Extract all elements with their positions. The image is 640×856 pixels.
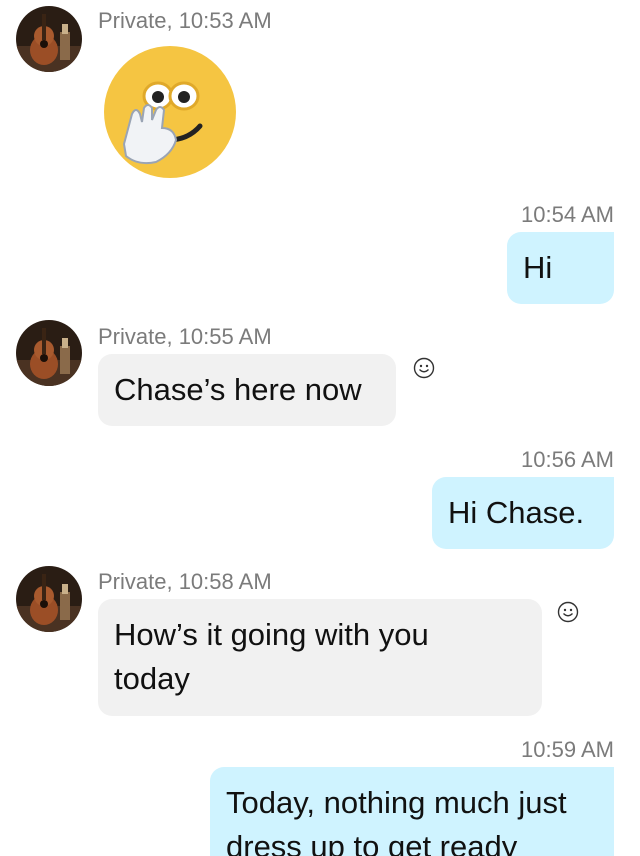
outgoing-message-bubble[interactable]: Hi — [507, 232, 614, 304]
hand-over-mouth-emoji-sticker-icon — [104, 46, 236, 178]
message-meta: 10:59 AM — [521, 737, 614, 762]
smiley-reaction-icon[interactable] — [413, 357, 435, 379]
message-text: Chase’s here now — [114, 372, 362, 407]
message-meta: 10:56 AM — [521, 447, 614, 472]
message-text-line: today — [114, 661, 190, 696]
sticker-message[interactable] — [102, 44, 238, 180]
message-text-line: How’s it going with you — [114, 617, 429, 652]
outgoing-message-bubble[interactable]: Hi Chase. — [432, 477, 614, 549]
smiley-reaction-icon[interactable] — [557, 601, 579, 623]
guitar-avatar-icon — [16, 566, 82, 632]
incoming-message-bubble[interactable]: How’s it going with you today — [98, 599, 542, 716]
message-meta: Private, 10:53 AM — [98, 8, 272, 33]
chat-thread: Private, 10:53 AM 10:54 AM Hi Private, 1… — [0, 0, 640, 856]
message-text: Hi — [523, 250, 553, 285]
message-meta: Private, 10:58 AM — [98, 569, 272, 594]
message-text-line: dress up to get ready — [226, 829, 518, 856]
incoming-message-bubble[interactable]: Chase’s here now — [98, 354, 396, 426]
message-meta: Private, 10:55 AM — [98, 324, 272, 349]
message-meta: 10:54 AM — [521, 202, 614, 227]
message-text: Hi Chase. — [448, 495, 585, 530]
guitar-avatar-icon — [16, 6, 82, 72]
avatar[interactable] — [16, 566, 82, 632]
avatar[interactable] — [16, 320, 82, 386]
guitar-avatar-icon — [16, 320, 82, 386]
message-text-line: Today, nothing much just — [226, 785, 567, 820]
avatar[interactable] — [16, 6, 82, 72]
outgoing-message-bubble[interactable]: Today, nothing much just dress up to get… — [210, 767, 614, 856]
